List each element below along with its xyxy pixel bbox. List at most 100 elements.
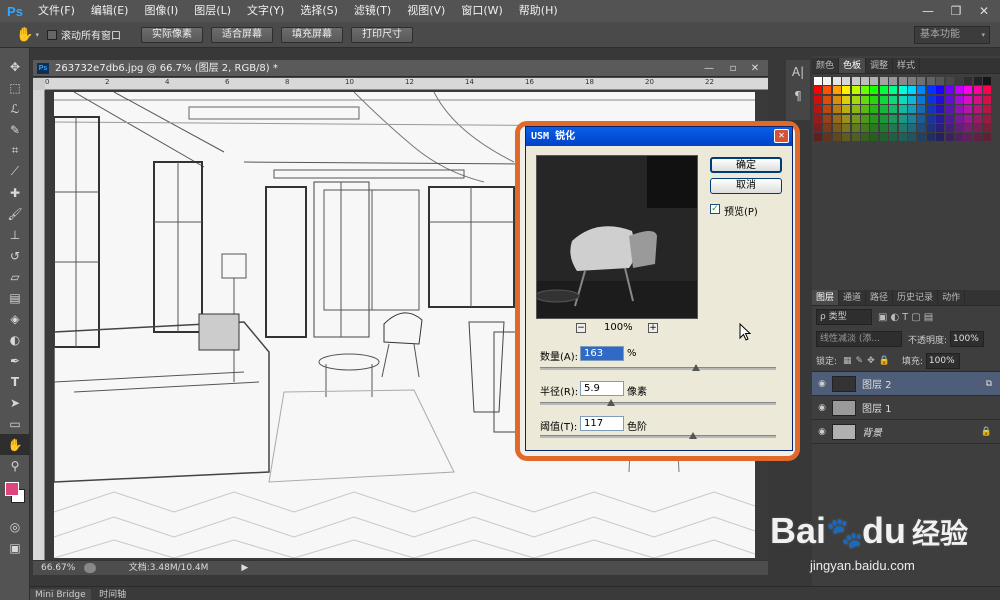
tab-styles[interactable]: 样式 [893, 58, 921, 73]
color-swatch[interactable] [945, 86, 954, 95]
color-swatch[interactable] [955, 105, 963, 114]
color-swatch[interactable] [842, 133, 851, 142]
menu-type[interactable]: 文字(Y) [239, 0, 292, 22]
color-swatch[interactable] [955, 124, 963, 132]
color-swatch[interactable] [908, 133, 916, 142]
document-tab[interactable]: Ps 263732e7db6.jpg @ 66.7% (图层 2, RGB/8)… [33, 60, 768, 77]
color-swatch[interactable] [917, 105, 926, 114]
color-swatch[interactable] [814, 105, 822, 114]
color-swatch[interactable] [861, 105, 869, 114]
tool-preset-chevron-icon[interactable]: ▾ [35, 31, 39, 39]
color-swatch[interactable] [964, 86, 973, 95]
doc-restore-button[interactable]: ▫ [722, 60, 744, 77]
menu-image[interactable]: 图像(I) [136, 0, 186, 22]
rectangle-tool-icon[interactable]: ▭ [0, 413, 30, 434]
color-swatch[interactable] [964, 114, 973, 123]
color-swatch[interactable] [823, 114, 832, 123]
layer-row-layer1[interactable]: ◉ 图层 1 [812, 396, 1000, 420]
color-swatch[interactable] [861, 133, 869, 142]
color-swatch[interactable] [955, 95, 963, 104]
color-swatch[interactable] [926, 114, 935, 123]
actual-pixels-button[interactable]: 实际像素 [140, 26, 203, 43]
color-swatch[interactable] [879, 133, 888, 142]
color-swatch[interactable] [917, 133, 926, 142]
tab-layers[interactable]: 图层 [812, 290, 840, 305]
color-swatch[interactable] [917, 114, 926, 123]
color-swatch[interactable] [964, 105, 973, 114]
color-swatch[interactable] [898, 133, 907, 142]
color-swatch[interactable] [983, 124, 992, 132]
dialog-title-bar[interactable]: USM 锐化 ✕ [526, 127, 792, 146]
color-swatch[interactable] [832, 124, 841, 132]
swatch-grid[interactable] [814, 73, 994, 145]
color-swatch[interactable] [870, 114, 879, 123]
color-swatch[interactable] [936, 124, 945, 132]
color-swatch[interactable] [983, 105, 992, 114]
eyedropper-tool-icon[interactable]: ⟋ [0, 161, 30, 182]
color-swatch[interactable] [851, 114, 860, 123]
color-swatch[interactable] [842, 77, 851, 85]
color-swatch[interactable] [917, 124, 926, 132]
color-swatch[interactable] [870, 77, 879, 85]
move-tool-icon[interactable]: ✥ [0, 56, 30, 77]
color-swatch[interactable] [861, 114, 869, 123]
color-swatch[interactable] [861, 95, 869, 104]
ok-button[interactable]: 确定 [710, 157, 782, 173]
threshold-input[interactable]: 117 [580, 416, 624, 431]
color-swatch[interactable] [936, 105, 945, 114]
tab-actions[interactable]: 动作 [938, 290, 966, 305]
color-swatch[interactable] [814, 133, 822, 142]
minimize-button[interactable]: — [914, 0, 942, 22]
color-swatch[interactable] [973, 133, 982, 142]
close-app-button[interactable]: ✕ [970, 0, 998, 22]
color-swatch[interactable] [832, 133, 841, 142]
character-panel-icon[interactable]: A| [786, 60, 810, 84]
fill-screen-button[interactable]: 填充屏幕 [280, 26, 343, 43]
color-swatch[interactable] [823, 77, 832, 85]
color-swatch[interactable] [945, 77, 954, 85]
color-swatch[interactable] [908, 105, 916, 114]
color-swatch[interactable] [832, 77, 841, 85]
color-swatch[interactable] [861, 77, 869, 85]
color-swatch[interactable] [889, 114, 898, 123]
color-swatch[interactable] [945, 105, 954, 114]
color-swatch[interactable] [851, 124, 860, 132]
color-swatch[interactable] [870, 124, 879, 132]
color-swatch[interactable] [814, 77, 822, 85]
color-swatch[interactable] [879, 105, 888, 114]
color-swatch[interactable] [973, 124, 982, 132]
quick-select-tool-icon[interactable]: ✎ [0, 119, 30, 140]
lock-icons[interactable]: ▦✎✥🔒 [843, 356, 894, 366]
color-swatch[interactable] [889, 105, 898, 114]
amount-slider-knob[interactable] [691, 364, 700, 371]
color-swatch[interactable] [964, 133, 973, 142]
layer-kind-filter[interactable]: ρ 类型 [816, 309, 872, 325]
color-swatch[interactable] [917, 86, 926, 95]
left-ruler[interactable] [33, 90, 45, 560]
color-swatch[interactable] [945, 124, 954, 132]
status-menu-arrow-icon[interactable]: ▶ [241, 563, 248, 573]
dodge-tool-icon[interactable]: ◐ [0, 329, 30, 350]
color-swatch[interactable] [908, 86, 916, 95]
color-swatch[interactable] [851, 105, 860, 114]
gradient-tool-icon[interactable]: ▤ [0, 287, 30, 308]
restore-button[interactable]: ❐ [942, 0, 970, 22]
lasso-tool-icon[interactable]: ℒ [0, 98, 30, 119]
threshold-slider-knob[interactable] [689, 432, 698, 439]
color-swatch[interactable] [983, 114, 992, 123]
color-swatch[interactable] [945, 114, 954, 123]
color-swatch[interactable] [973, 86, 982, 95]
color-swatch[interactable] [814, 86, 822, 95]
color-swatch[interactable] [926, 133, 935, 142]
color-swatch[interactable] [908, 95, 916, 104]
color-swatch[interactable] [926, 86, 935, 95]
crop-tool-icon[interactable]: ⌗ [0, 140, 30, 161]
color-swatch[interactable] [964, 77, 973, 85]
blur-tool-icon[interactable]: ◈ [0, 308, 30, 329]
color-swatch[interactable] [936, 86, 945, 95]
color-swatch[interactable] [917, 95, 926, 104]
color-swatch[interactable] [823, 105, 832, 114]
tab-timeline[interactable]: 时间轴 [94, 589, 131, 600]
radius-slider[interactable] [540, 399, 776, 406]
visibility-eye-icon[interactable]: ◉ [812, 403, 832, 413]
